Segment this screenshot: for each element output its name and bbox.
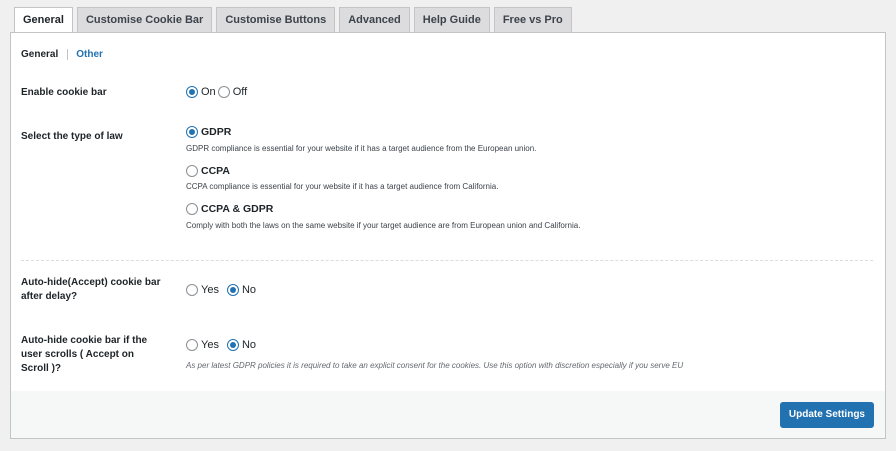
enable-off-label: Off — [232, 86, 248, 98]
auto-hide-delay-options: Yes No — [186, 284, 258, 296]
tab-customise-buttons[interactable]: Customise Buttons — [216, 7, 336, 33]
enable-on-label: On — [201, 86, 216, 98]
auto-hide-delay-no-radio[interactable] — [226, 284, 239, 296]
law-ccpa-radio[interactable] — [186, 165, 198, 177]
law-gdpr-description: GDPR compliance is essential for your we… — [186, 144, 537, 153]
auto-hide-scroll-yes-radio[interactable] — [186, 339, 198, 351]
auto-hide-scroll-options: Yes No — [186, 339, 258, 351]
subtab-general[interactable]: General — [21, 48, 69, 60]
tab-general[interactable]: General — [14, 7, 73, 34]
auto-hide-scroll-yes-label: Yes — [201, 339, 219, 351]
settings-tabs: General Customise Cookie Bar Customise B… — [14, 6, 576, 34]
law-ccpa-description: CCPA compliance is essential for your we… — [186, 182, 499, 191]
auto-hide-delay-yes-label: Yes — [201, 284, 219, 296]
auto-hide-delay-no-label: No — [241, 284, 257, 296]
auto-hide-scroll-note: As per latest GDPR policies it is requir… — [186, 361, 684, 370]
law-ccpa-option: CCPA — [186, 165, 232, 177]
law-ccpa-gdpr-description: Comply with both the laws on the same we… — [186, 221, 581, 230]
law-ccpa-gdpr-label: CCPA & GDPR — [201, 203, 274, 215]
tab-advanced[interactable]: Advanced — [339, 7, 410, 33]
section-divider — [21, 260, 873, 261]
auto-hide-scroll-no-label: No — [241, 339, 257, 351]
auto-hide-delay-label: Auto-hide(Accept) cookie bar after delay… — [21, 277, 161, 302]
auto-hide-scroll-no-radio[interactable] — [226, 339, 239, 351]
tab-customise-cookie-bar[interactable]: Customise Cookie Bar — [76, 7, 213, 33]
enable-cookie-bar-label: Enable cookie bar — [21, 87, 107, 98]
law-ccpa-gdpr-radio[interactable] — [186, 203, 198, 215]
enable-off-radio[interactable] — [217, 86, 230, 98]
tab-free-vs-pro[interactable]: Free vs Pro — [493, 7, 572, 33]
law-gdpr-option: GDPR — [186, 126, 233, 138]
law-type-label: Select the type of law — [21, 131, 123, 142]
subtabs: General Other — [21, 45, 103, 63]
enable-on-radio[interactable] — [186, 86, 198, 98]
law-ccpa-gdpr-option: CCPA & GDPR — [186, 203, 275, 215]
settings-footer: Update Settings — [11, 391, 885, 438]
law-gdpr-radio[interactable] — [186, 126, 198, 138]
law-gdpr-label: GDPR — [201, 126, 232, 138]
law-ccpa-label: CCPA — [201, 165, 230, 177]
settings-panel: General Other Enable cookie bar On Off S… — [10, 32, 886, 439]
enable-cookie-bar-options: On Off — [186, 86, 249, 98]
update-settings-button[interactable]: Update Settings — [779, 402, 874, 428]
auto-hide-scroll-label: Auto-hide cookie bar if the user scrolls… — [21, 335, 148, 374]
subtab-other[interactable]: Other — [76, 49, 103, 60]
tab-help-guide[interactable]: Help Guide — [413, 7, 490, 33]
auto-hide-delay-yes-radio[interactable] — [186, 284, 198, 296]
